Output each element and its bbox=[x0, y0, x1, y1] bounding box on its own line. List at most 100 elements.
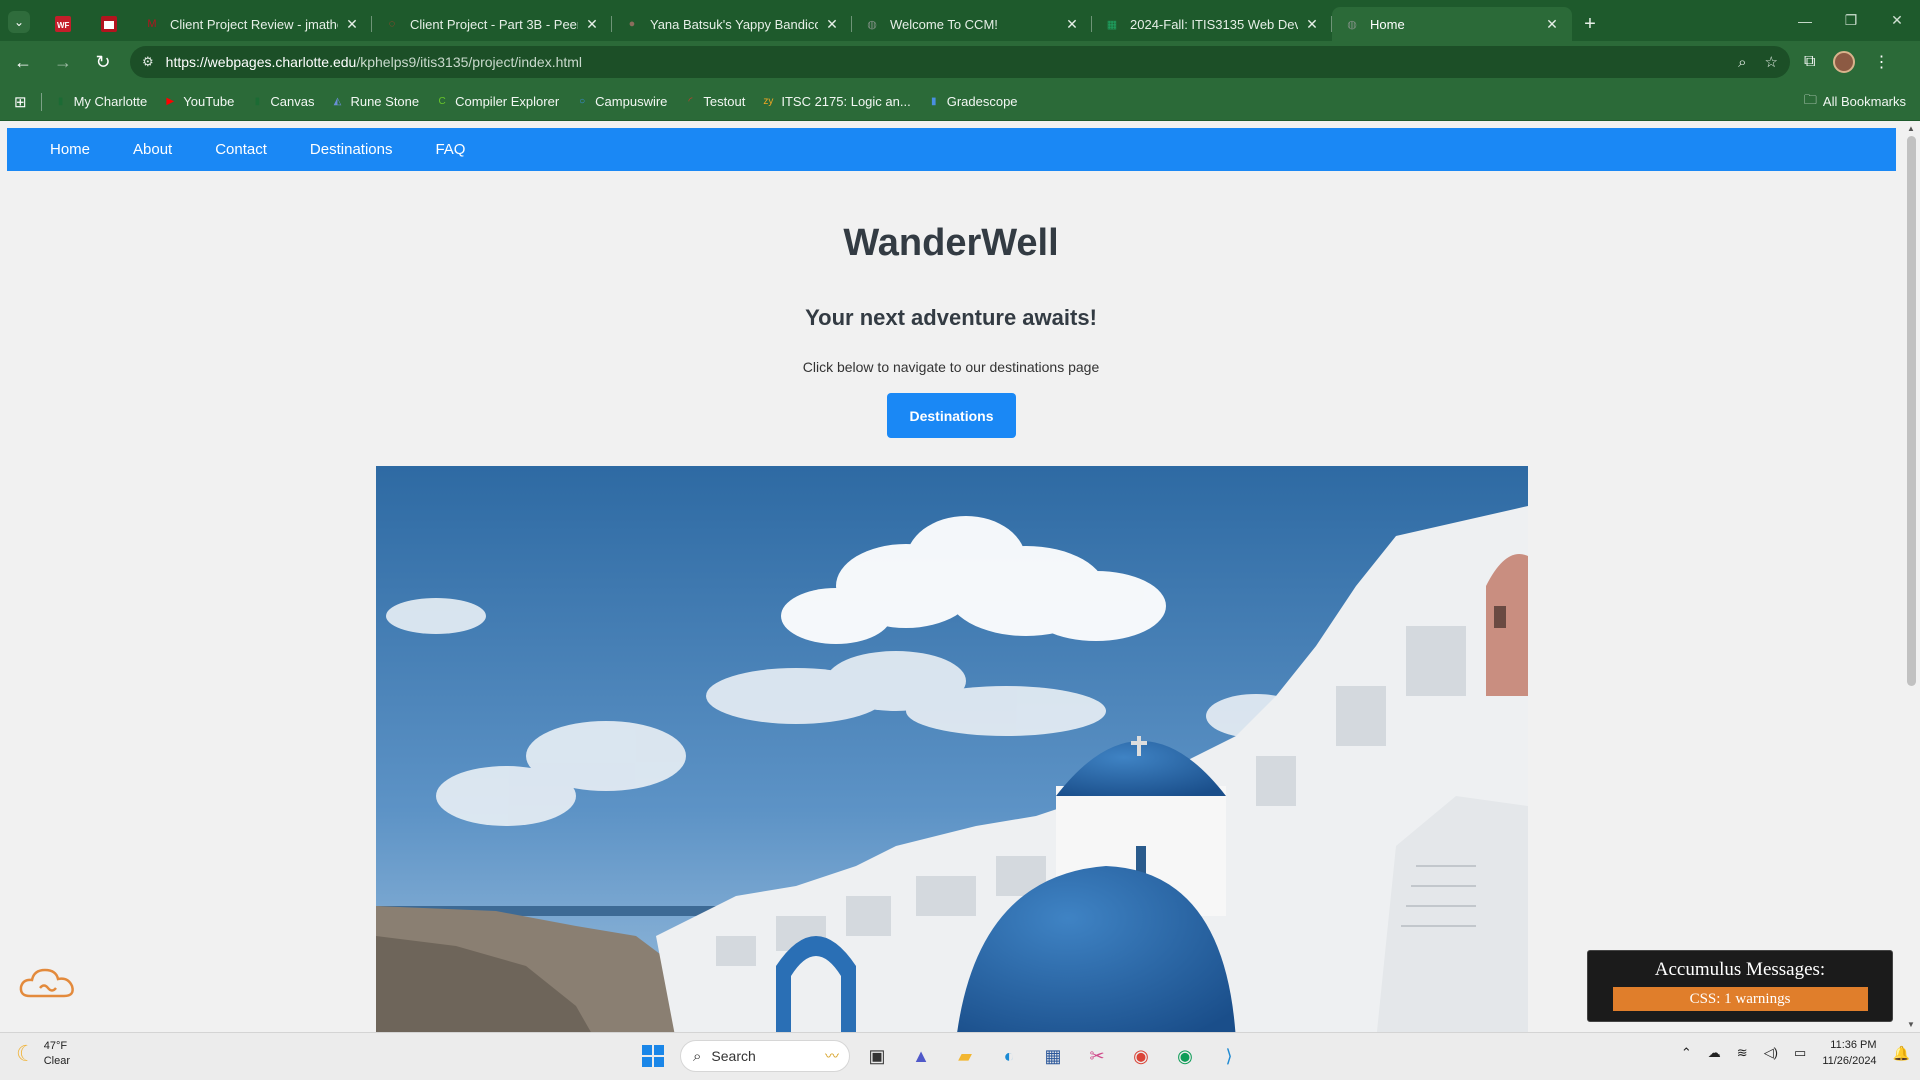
browser-tab-4[interactable]: ▦ 2024-Fall: ITIS3135 Web Develo ✕ bbox=[1092, 7, 1332, 41]
wifi-icon[interactable]: ≋ bbox=[1737, 1045, 1748, 1061]
tab-close-icon[interactable]: ✕ bbox=[1064, 16, 1080, 33]
bookmark-item[interactable]: ▶ YouTube bbox=[163, 94, 234, 109]
bookmark-favicon-icon: ▮ bbox=[57, 96, 64, 107]
destinations-button[interactable]: Destinations bbox=[887, 393, 1016, 438]
chrome-icon-1[interactable]: ◉ bbox=[1124, 1039, 1158, 1073]
bookmark-label: Gradescope bbox=[946, 94, 1018, 109]
tab-close-icon[interactable]: ✕ bbox=[1304, 16, 1320, 33]
browser-tab-0[interactable]: M Client Project Review - jmathe2 ✕ bbox=[132, 7, 372, 41]
forward-icon[interactable]: → bbox=[46, 45, 80, 79]
bookmark-favicon-icon: ▶ bbox=[166, 96, 175, 107]
bookmark-item[interactable]: ▮ Gradescope bbox=[927, 94, 1018, 109]
edge-icon[interactable]: ◐ bbox=[992, 1039, 1026, 1073]
nav-destinations[interactable]: Destinations bbox=[310, 141, 393, 158]
toolbar-actions: ⧉ ⋮ bbox=[1804, 51, 1889, 73]
bookmark-item[interactable]: C Compiler Explorer bbox=[435, 94, 560, 109]
url-text[interactable]: https://webpages.charlotte.edu/kphelps9/… bbox=[166, 54, 1720, 70]
search-icon: ⌕ bbox=[693, 1047, 702, 1065]
bookmark-item[interactable]: ◜ Testout bbox=[683, 94, 745, 109]
reload-icon[interactable]: ↻ bbox=[86, 45, 120, 79]
back-icon[interactable]: ← bbox=[6, 45, 40, 79]
scrollbar-thumb[interactable] bbox=[1907, 136, 1916, 686]
bookmark-favicon-icon: ○ bbox=[579, 96, 586, 107]
bookmarks-divider bbox=[40, 92, 42, 111]
taskbar-weather[interactable]: ☾ 47°F Clear bbox=[16, 1039, 70, 1069]
task-view-icon[interactable]: ▣ bbox=[860, 1039, 894, 1073]
apps-grid-icon[interactable]: ⊞ bbox=[14, 93, 27, 111]
tab-title: Client Project - Part 3B - Peer Ev bbox=[410, 16, 578, 32]
bookmarks-bar: ⊞ ▮ My Charlotte ▶ YouTube ▮ Canvas ◭ Rune Ston… bbox=[0, 83, 1920, 121]
scroll-up-icon[interactable]: ▲ bbox=[1907, 124, 1915, 133]
notification-bell-icon[interactable]: 🔔 bbox=[1893, 1045, 1910, 1062]
pinned-tab-1[interactable]: WF bbox=[40, 7, 86, 41]
nav-contact[interactable]: Contact bbox=[215, 141, 267, 158]
weather-condition: Clear bbox=[43, 1055, 71, 1067]
close-window-icon[interactable]: ✕ bbox=[1874, 0, 1920, 41]
browser-tab-2[interactable]: ● Yana Batsuk's Yappy Bandicoot ✕ bbox=[612, 7, 852, 41]
taskbar-search[interactable]: ⌕ Search 〰 bbox=[680, 1040, 850, 1072]
window-controls: — ❐ ✕ bbox=[1782, 0, 1920, 41]
browser-tab-5[interactable]: ◍ Home ✕ bbox=[1332, 7, 1572, 41]
tab-close-icon[interactable]: ✕ bbox=[344, 16, 360, 33]
system-tray: ⌃ ☁ ≋ ◁) ▭ 11:36 PM 11/26/2024 🔔 bbox=[1681, 1037, 1910, 1069]
bookmark-item[interactable]: ◭ Rune Stone bbox=[330, 94, 420, 109]
chrome-icon-2[interactable]: ◉ bbox=[1168, 1039, 1202, 1073]
tab-close-icon[interactable]: ✕ bbox=[584, 16, 600, 33]
browser-tab-3[interactable]: ◍ Welcome To CCM! ✕ bbox=[852, 7, 1092, 41]
bookmark-star-icon[interactable]: ☆ bbox=[1765, 53, 1778, 71]
page-scrollbar[interactable]: ▲ ▼ bbox=[1903, 122, 1920, 1032]
nav-about[interactable]: About bbox=[133, 141, 172, 158]
address-bar[interactable]: ⚙ https://webpages.charlotte.edu/kphelps… bbox=[130, 46, 1790, 78]
pinned-tab-2[interactable] bbox=[86, 7, 132, 41]
accumulus-panel: Accumulus Messages: CSS: 1 warnings bbox=[1587, 950, 1893, 1022]
browser-tab-1[interactable]: ◌ Client Project - Part 3B - Peer Ev ✕ bbox=[372, 7, 612, 41]
bookmark-item[interactable]: ▮ My Charlotte bbox=[54, 94, 147, 109]
hero-subtitle: Your next adventure awaits! bbox=[805, 305, 1097, 330]
nav-home[interactable]: Home bbox=[50, 141, 90, 158]
bookmark-favicon-icon: zy bbox=[763, 96, 774, 107]
extensions-icon[interactable]: ⧉ bbox=[1804, 53, 1815, 71]
bookmark-item[interactable]: zy ITSC 2175: Logic an... bbox=[761, 94, 910, 109]
onedrive-icon[interactable]: ☁ bbox=[1708, 1045, 1721, 1061]
windows-logo-icon bbox=[642, 1045, 664, 1067]
start-button[interactable] bbox=[636, 1039, 670, 1073]
page-viewport: Home About Contact Destinations FAQ Wand… bbox=[0, 122, 1920, 1032]
pinned-wf-icon: WF bbox=[55, 16, 71, 32]
bookmark-favicon-icon: ▮ bbox=[254, 96, 261, 107]
vscode-icon[interactable]: ⟩ bbox=[1212, 1039, 1246, 1073]
folder-icon: 🗀 bbox=[1803, 91, 1817, 107]
menu-icon[interactable]: ⋮ bbox=[1873, 52, 1889, 72]
tab-title: Home bbox=[1370, 16, 1405, 32]
bookmark-favicon-icon: ◜ bbox=[688, 96, 693, 107]
teams-icon[interactable]: ▲ bbox=[904, 1039, 938, 1073]
bookmark-item[interactable]: ▮ Canvas bbox=[250, 94, 315, 109]
minimize-icon[interactable]: — bbox=[1782, 0, 1828, 41]
battery-icon[interactable]: ▭ bbox=[1794, 1045, 1806, 1061]
chevron-up-icon[interactable]: ⌃ bbox=[1681, 1045, 1692, 1061]
volume-icon[interactable]: ◁) bbox=[1764, 1045, 1778, 1061]
scroll-down-icon[interactable]: ▼ bbox=[1907, 1020, 1915, 1029]
tab-search-button[interactable]: ⌄ bbox=[8, 11, 30, 33]
accumulus-warning-badge[interactable]: CSS: 1 warnings bbox=[1612, 987, 1868, 1011]
new-tab-button[interactable]: + bbox=[1572, 7, 1608, 41]
taskbar-clock[interactable]: 11:36 PM 11/26/2024 bbox=[1822, 1037, 1876, 1069]
search-highlight-icon: 〰 bbox=[825, 1048, 839, 1064]
bookmark-label: YouTube bbox=[183, 94, 235, 109]
snipping-tool-icon[interactable]: ✂ bbox=[1080, 1039, 1114, 1073]
store-icon[interactable]: ▦ bbox=[1036, 1039, 1070, 1073]
cloud-weather-icon[interactable] bbox=[18, 962, 78, 1002]
cloud-icon bbox=[19, 968, 74, 998]
clock-time: 11:36 PM bbox=[1830, 1039, 1877, 1051]
tab-close-icon[interactable]: ✕ bbox=[1544, 16, 1560, 33]
bookmark-label: Canvas bbox=[270, 94, 315, 109]
zoom-icon[interactable]: ⌕ bbox=[1738, 54, 1746, 71]
file-explorer-icon[interactable]: ▰ bbox=[948, 1039, 982, 1073]
site-info-icon[interactable]: ⚙ bbox=[142, 54, 154, 70]
all-bookmarks-button[interactable]: 🗀 All Bookmarks bbox=[1804, 91, 1906, 113]
bookmark-label: ITSC 2175: Logic an... bbox=[781, 94, 911, 109]
profile-avatar[interactable] bbox=[1833, 51, 1856, 73]
tab-close-icon[interactable]: ✕ bbox=[824, 16, 840, 33]
bookmark-item[interactable]: ○ Campuswire bbox=[575, 94, 667, 109]
nav-faq[interactable]: FAQ bbox=[435, 141, 465, 158]
restore-icon[interactable]: ❐ bbox=[1828, 0, 1874, 41]
